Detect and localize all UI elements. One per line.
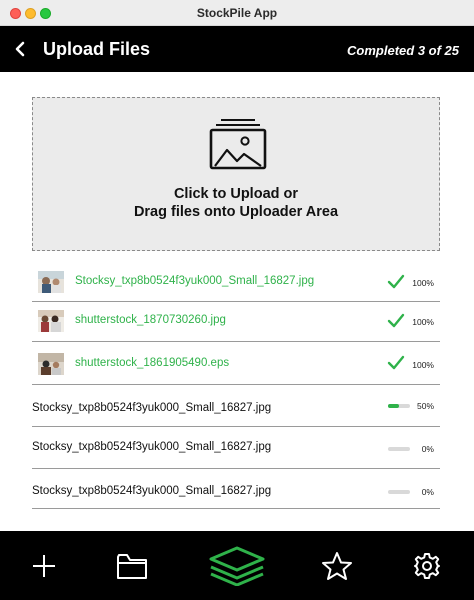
nav-add-button[interactable] bbox=[9, 531, 79, 600]
file-name: Stocksy_txp8b0524f3yuk000_Small_16827.jp… bbox=[32, 485, 272, 497]
page-header: Upload Files Completed 3 of 25 bbox=[0, 26, 474, 72]
app-title: StockPile App bbox=[196, 6, 278, 20]
dropzone-instruction-line-1: Click to Upload or bbox=[173, 186, 299, 202]
checkmark-icon bbox=[387, 355, 405, 370]
upload-status-text: Completed 3 of 25 bbox=[347, 43, 459, 58]
file-name: shutterstock_1861905490.eps bbox=[75, 357, 230, 369]
file-name: shutterstock_1870730260.jpg bbox=[75, 314, 226, 326]
file-row[interactable]: shutterstock_1861905490.eps 100% bbox=[32, 342, 440, 385]
checkmark-icon bbox=[387, 313, 405, 328]
file-progress-percent: 0% bbox=[421, 444, 434, 454]
file-name: Stocksy_txp8b0524f3yuk000_Small_16827.jp… bbox=[75, 275, 315, 287]
nav-settings-button[interactable] bbox=[392, 531, 462, 600]
file-progress-bar bbox=[388, 404, 410, 408]
file-row[interactable]: shutterstock_1870730260.jpg 100% bbox=[32, 302, 440, 342]
nav-uploads-button[interactable] bbox=[202, 531, 272, 600]
file-thumbnail bbox=[38, 271, 64, 293]
window-titlebar: StockPile App bbox=[0, 0, 474, 26]
file-thumbnail bbox=[38, 353, 64, 375]
image-stack-icon bbox=[209, 119, 267, 170]
upload-file-list: Stocksy_txp8b0524f3yuk000_Small_16827.jp… bbox=[32, 262, 440, 509]
file-row[interactable]: Stocksy_txp8b0524f3yuk000_Small_16827.jp… bbox=[32, 427, 440, 469]
folder-icon bbox=[117, 553, 147, 579]
file-progress-fill bbox=[388, 404, 399, 408]
plus-icon bbox=[33, 554, 55, 577]
upload-dropzone[interactable]: Click to Upload or Drag files onto Uploa… bbox=[32, 97, 440, 251]
file-progress-percent: 0% bbox=[421, 487, 434, 497]
file-name: Stocksy_txp8b0524f3yuk000_Small_16827.jp… bbox=[32, 441, 272, 453]
file-thumbnail bbox=[38, 310, 64, 332]
file-name: Stocksy_txp8b0524f3yuk000_Small_16827.jp… bbox=[32, 402, 272, 414]
nav-folder-button[interactable] bbox=[97, 531, 167, 600]
file-progress-bar bbox=[388, 447, 410, 451]
bottom-navigation bbox=[0, 531, 474, 600]
file-row[interactable]: Stocksy_txp8b0524f3yuk000_Small_16827.jp… bbox=[32, 385, 440, 427]
nav-favorites-button[interactable] bbox=[302, 531, 372, 600]
file-row[interactable]: Stocksy_txp8b0524f3yuk000_Small_16827.jp… bbox=[32, 262, 440, 302]
back-chevron-icon[interactable] bbox=[12, 40, 30, 58]
page-title: Upload Files bbox=[43, 39, 151, 59]
gear-icon bbox=[414, 552, 440, 579]
file-progress-percent: 50% bbox=[416, 401, 434, 411]
file-progress-bar bbox=[388, 490, 410, 494]
layers-icon bbox=[209, 546, 265, 586]
file-progress-percent: 100% bbox=[412, 278, 434, 288]
file-progress-percent: 100% bbox=[412, 360, 434, 370]
star-icon bbox=[322, 551, 352, 580]
file-row[interactable]: Stocksy_txp8b0524f3yuk000_Small_16827.jp… bbox=[32, 469, 440, 509]
checkmark-icon bbox=[387, 274, 405, 289]
file-progress-percent: 100% bbox=[412, 317, 434, 327]
dropzone-instruction-line-2: Drag files onto Uploader Area bbox=[133, 204, 339, 220]
